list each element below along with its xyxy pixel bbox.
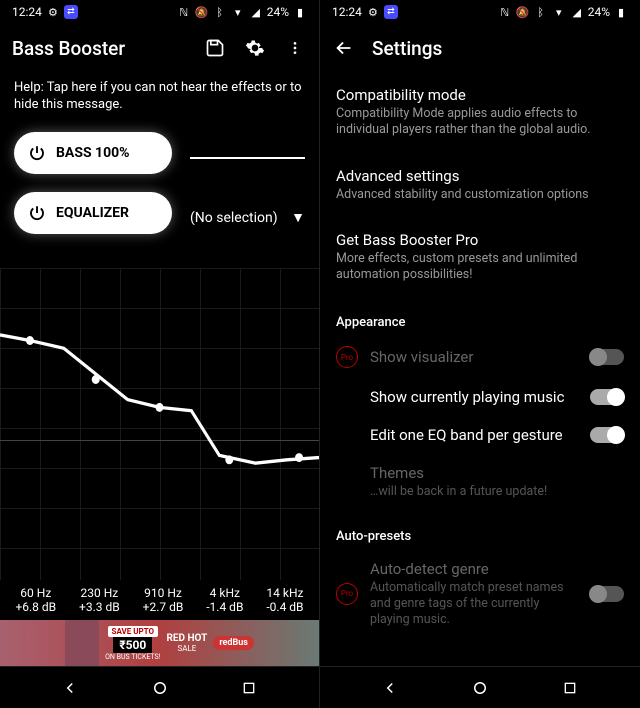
battery-icon: ▮ (614, 5, 628, 19)
save-icon[interactable] (203, 36, 227, 60)
pro-badge-icon: Pro (336, 583, 358, 605)
ad-brand: redBus (213, 636, 254, 650)
band-4: 14 kHz-0.4 dB (266, 586, 303, 614)
wifi-icon: ▾ (552, 5, 566, 19)
toggle-currently-playing[interactable]: Show currently playing music (320, 378, 640, 416)
app-bar: Bass Booster (0, 24, 319, 72)
band-0: 60 Hz+6.8 dB (15, 586, 56, 614)
equalizer-graph[interactable] (0, 268, 319, 580)
battery-icon: ▮ (293, 5, 307, 19)
nav-back-icon[interactable] (50, 668, 90, 708)
wifi-icon: ▾ (231, 5, 245, 19)
equalizer-labels: 60 Hz+6.8 dB 230 Hz+3.3 dB 910 Hz+2.7 dB… (0, 580, 319, 620)
status-time: 12:24 (12, 5, 42, 19)
band-1: 230 Hz+3.3 dB (79, 586, 120, 614)
section-appearance: Appearance (320, 297, 640, 336)
setting-get-pro[interactable]: Get Bass Booster Pro More effects, custo… (320, 217, 640, 298)
switch (590, 349, 624, 365)
setting-compat[interactable]: Compatibility mode Compatibility Mode ap… (320, 72, 640, 153)
status-bar: 12:24 ⚙ ⇄ ℕ 🔕 ᛒ ▾ ◢ 24% ▮ (320, 0, 640, 24)
battery-text: 24% (267, 5, 289, 19)
dnd-icon: 🔕 (516, 5, 530, 19)
toggle-visualizer: Pro Show visualizer (320, 336, 640, 378)
overflow-icon[interactable] (283, 36, 307, 60)
nav-home-icon[interactable] (140, 668, 180, 708)
settings-list[interactable]: Compatibility mode Compatibility Mode ap… (320, 72, 640, 666)
app-icon: ⇄ (384, 5, 398, 19)
app-bar: Settings (320, 24, 640, 72)
preset-dropdown[interactable]: (No selection) ▼ (190, 209, 305, 226)
toggle-auto-detect-genre: Pro Auto-detect genre Automatically matc… (320, 550, 640, 639)
bluetooth-icon: ᛒ (534, 5, 548, 19)
switch[interactable] (590, 389, 624, 405)
bluetooth-icon: ᛒ (213, 5, 227, 19)
switch[interactable] (590, 427, 624, 443)
band-2: 910 Hz+2.7 dB (143, 586, 184, 614)
ad-image (65, 620, 99, 666)
gear-icon: ⚙ (366, 5, 380, 19)
pro-badge-icon: Pro (336, 346, 358, 368)
section-autopresets: Auto-presets (320, 511, 640, 550)
bass-button[interactable]: BASS 100% (14, 132, 172, 174)
signal-icon: ◢ (570, 5, 584, 19)
help-message[interactable]: Help: Tap here if you can not hear the e… (0, 72, 319, 128)
band-3: 4 kHz-1.4 dB (206, 586, 243, 614)
bass-slider[interactable] (190, 157, 305, 159)
bass-label: BASS 100% (56, 145, 130, 161)
gear-icon: ⚙ (46, 5, 60, 19)
setting-advanced[interactable]: Advanced settings Advanced stability and… (320, 153, 640, 217)
back-icon[interactable] (332, 36, 356, 60)
power-icon (28, 204, 46, 222)
nav-bar (320, 666, 640, 708)
toggle-edit-one-band[interactable]: Edit one EQ band per gesture (320, 416, 640, 454)
nav-recent-icon[interactable] (229, 668, 269, 708)
equalizer-label: EQUALIZER (56, 205, 129, 221)
nav-recent-icon[interactable] (550, 668, 590, 708)
battery-text: 24% (588, 5, 610, 19)
preset-value: (No selection) (190, 210, 278, 226)
nfc-icon: ℕ (498, 5, 512, 19)
dnd-icon: 🔕 (195, 5, 209, 19)
nfc-icon: ℕ (177, 5, 191, 19)
app-title: Bass Booster (12, 37, 187, 60)
gear-icon[interactable] (243, 36, 267, 60)
status-time: 12:24 (332, 5, 362, 19)
app-icon: ⇄ (64, 5, 78, 19)
nav-home-icon[interactable] (460, 668, 500, 708)
status-bar: 12:24 ⚙ ⇄ ℕ 🔕 ᛒ ▾ ◢ 24% ▮ (0, 0, 319, 24)
signal-icon: ◢ (249, 5, 263, 19)
power-icon (28, 144, 46, 162)
switch (590, 586, 624, 602)
setting-themes: Themes …will be back in a future update! (320, 454, 640, 510)
ad-banner[interactable]: SAVE UPTO ₹500 ON BUS TICKETS! RED HOT S… (0, 620, 319, 666)
nav-bar (0, 666, 319, 708)
nav-back-icon[interactable] (370, 668, 410, 708)
settings-title: Settings (372, 37, 628, 60)
chevron-down-icon: ▼ (291, 209, 305, 226)
equalizer-button[interactable]: EQUALIZER (14, 192, 172, 234)
